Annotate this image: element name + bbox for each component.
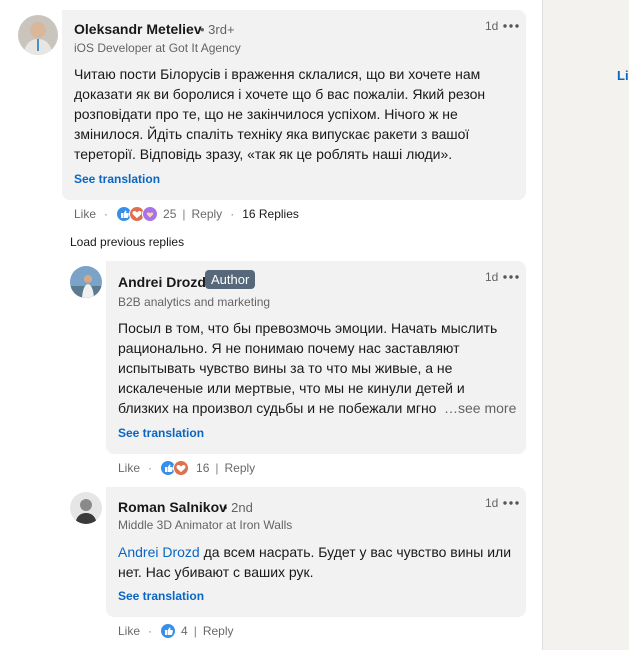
reactions-summary[interactable]: [160, 460, 190, 476]
right-rail: Lin: [542, 0, 629, 650]
replier-headline: Middle 3D Animator at Iron Walls: [118, 518, 293, 532]
commenter-name[interactable]: Oleksandr Meteliev: [74, 21, 202, 37]
commenter-headline: iOS Developer at Got It Agency: [74, 41, 241, 55]
connection-degree: • 3rd+: [200, 22, 235, 37]
comment-time: 1d: [485, 19, 499, 33]
more-options-icon[interactable]: [502, 496, 520, 510]
avatar[interactable]: [70, 266, 102, 298]
reply-actions: Like · 16 | Reply: [118, 460, 256, 476]
see-translation-link[interactable]: See translation: [118, 589, 204, 603]
reply-text: Andrei Drozd да всем насрать. Будет у ва…: [118, 544, 512, 580]
see-translation-link[interactable]: See translation: [74, 172, 160, 186]
reply-button[interactable]: Reply: [225, 461, 256, 475]
reactions-summary[interactable]: [116, 206, 159, 222]
reply-button[interactable]: Reply: [192, 207, 223, 221]
reply-actions: Like · 4 | Reply: [118, 623, 234, 639]
reaction-count[interactable]: 4: [181, 624, 188, 638]
reactions-summary[interactable]: [160, 623, 177, 639]
right-rail-link[interactable]: Lin: [617, 68, 629, 83]
reply-button[interactable]: Reply: [203, 624, 234, 638]
like-button[interactable]: Like: [118, 461, 140, 475]
love-reaction-icon: [173, 460, 190, 476]
like-button[interactable]: Like: [118, 624, 140, 638]
reply-time: 1d: [485, 270, 499, 284]
like-reaction-icon: [160, 623, 177, 639]
support-reaction-icon: [142, 206, 159, 222]
replier-name[interactable]: Roman Salnikov: [118, 499, 227, 515]
like-button[interactable]: Like: [74, 207, 96, 221]
reaction-count[interactable]: 16: [196, 461, 209, 475]
mention-link[interactable]: Andrei Drozd: [118, 544, 200, 560]
reaction-count[interactable]: 25: [163, 207, 176, 221]
more-options-icon[interactable]: [502, 270, 520, 284]
reply-text: Посыл в том, что бы превозмочь эмоции. Н…: [118, 320, 517, 418]
comment-text: Читаю пости Білорусів і враження склалис…: [74, 66, 486, 162]
see-translation-link[interactable]: See translation: [118, 426, 204, 440]
load-previous-replies-link[interactable]: Load previous replies: [70, 235, 184, 249]
replier-headline: B2B analytics and marketing: [118, 295, 271, 309]
replies-count-link[interactable]: 16 Replies: [242, 207, 299, 221]
connection-degree: • 2nd: [223, 500, 253, 515]
more-options-icon[interactable]: [502, 19, 520, 33]
author-badge: Author: [205, 270, 256, 289]
avatar[interactable]: [70, 492, 102, 524]
see-more-link[interactable]: …see more: [444, 398, 516, 418]
avatar[interactable]: [18, 15, 58, 55]
reply-time: 1d: [485, 496, 499, 510]
comment-actions: Like · 25 | Reply · 16 Replies: [74, 206, 299, 222]
replier-name[interactable]: Andrei Drozd: [118, 274, 206, 290]
